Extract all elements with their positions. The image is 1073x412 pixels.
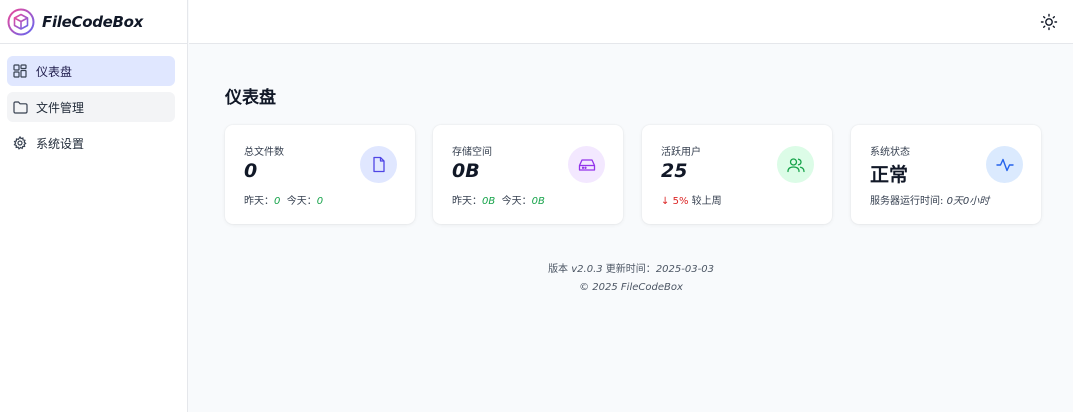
activity-icon [986, 146, 1023, 183]
stat-card-storage: 存储空间 0B 昨天：0B 今天：0B [433, 125, 623, 224]
sidebar-item-label: 系统设置 [36, 136, 85, 151]
updated-label: 更新时间： [602, 264, 656, 275]
card-value: 正常 [870, 164, 909, 186]
main-content: 仪表盘 总文件数 0 昨天：0 今天：0 存储空间 0B 昨天：0B 今天：0B [189, 45, 1073, 412]
card-foot: 昨天：0B 今天：0B [452, 192, 545, 207]
version-value: v2.0.3 [571, 264, 603, 275]
theme-toggle-button[interactable] [1039, 12, 1059, 32]
card-value: 0B [452, 160, 480, 182]
sidebar-item-label: 仪表盘 [36, 64, 73, 79]
folder-icon [12, 99, 28, 115]
yesterday-label: 昨天： [244, 196, 274, 207]
brand[interactable]: FileCodeBox [0, 0, 187, 44]
card-value: 25 [661, 160, 688, 182]
sun-icon [1040, 13, 1058, 31]
stat-card-active-users: 活跃用户 25 ↓ 5% 较上周 [642, 125, 832, 224]
card-label: 总文件数 [244, 147, 284, 158]
card-label: 存储空间 [452, 147, 492, 158]
yesterday-value: 0 [274, 196, 281, 207]
logo-icon [7, 8, 35, 35]
top-header [189, 0, 1073, 44]
card-value: 0 [244, 160, 258, 182]
sidebar-item-label: 文件管理 [36, 100, 85, 115]
uptime-value: 0天0小时 [946, 196, 990, 207]
card-label: 系统状态 [870, 147, 910, 158]
file-icon [360, 146, 397, 183]
card-label: 活跃用户 [661, 147, 701, 158]
stat-card-system-status: 系统状态 正常 服务器运行时间: 0天0小时 [851, 125, 1041, 224]
sidebar-item-dashboard[interactable]: 仪表盘 [7, 56, 175, 86]
card-foot: 服务器运行时间: 0天0小时 [870, 192, 989, 207]
sidebar-item-files[interactable]: 文件管理 [7, 92, 175, 122]
page-title: 仪表盘 [225, 88, 276, 108]
updated-value: 2025-03-03 [655, 264, 714, 275]
uptime-label: 服务器运行时间: [870, 196, 947, 207]
hard-drive-icon [568, 146, 605, 183]
version-line: 版本 v2.0.3 更新时间：2025-03-03 [189, 261, 1073, 279]
stats-cards: 总文件数 0 昨天：0 今天：0 存储空间 0B 昨天：0B 今天：0B 活跃用… [225, 125, 1041, 225]
change-suffix: 较上周 [691, 196, 722, 207]
sidebar: FileCodeBox 仪表盘 文件管理 系统设置 [0, 0, 188, 412]
gear-icon [12, 135, 28, 151]
today-label: 今天： [501, 196, 532, 207]
yesterday-label: 昨天： [452, 196, 482, 207]
yesterday-value: 0B [482, 196, 496, 207]
users-icon [777, 146, 814, 183]
sidebar-item-settings[interactable]: 系统设置 [7, 128, 175, 158]
today-label: 今天： [286, 196, 317, 207]
footer: 版本 v2.0.3 更新时间：2025-03-03 © 2025 FileCod… [189, 261, 1073, 297]
card-foot: ↓ 5% 较上周 [661, 192, 722, 207]
today-value: 0B [531, 196, 545, 207]
card-foot: 昨天：0 今天：0 [244, 192, 323, 207]
brand-name: FileCodeBox [42, 12, 144, 31]
change-percent: 5% [672, 196, 689, 207]
dashboard-grid-icon [12, 63, 28, 79]
today-value: 0 [316, 196, 324, 207]
version-label: 版本 [548, 264, 572, 275]
copyright: © 2025 FileCodeBox [579, 282, 683, 293]
stat-card-total-files: 总文件数 0 昨天：0 今天：0 [225, 125, 415, 224]
sidebar-nav: 仪表盘 文件管理 系统设置 [0, 44, 187, 158]
down-arrow-icon: ↓ [661, 196, 670, 207]
